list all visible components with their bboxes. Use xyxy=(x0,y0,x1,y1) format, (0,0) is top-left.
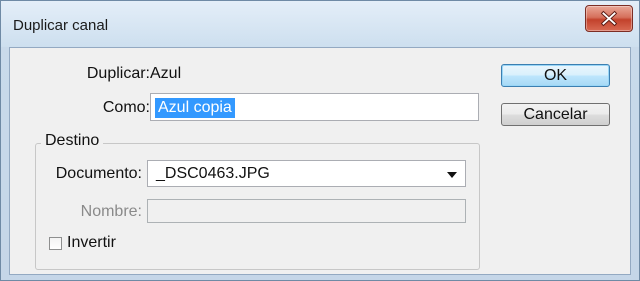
invert-checkbox[interactable] xyxy=(49,237,62,250)
invert-label[interactable]: Invertir xyxy=(67,234,116,252)
duplicate-value: Azul xyxy=(150,65,182,82)
as-input-value: Azul copia xyxy=(155,98,235,118)
duplicate-label: Duplicar: xyxy=(86,65,150,82)
cancel-button[interactable]: Cancelar xyxy=(501,103,610,126)
window-title: Duplicar canal xyxy=(13,17,109,34)
close-icon xyxy=(600,10,618,27)
chevron-down-icon xyxy=(447,172,457,178)
dialog-window: Duplicar canal Duplicar: Azul Como: Azul… xyxy=(0,0,640,281)
name-field[interactable] xyxy=(147,199,466,223)
document-select-value: _DSC0463.JPG xyxy=(156,165,270,182)
dialog-body: Duplicar: Azul Como: Azul copia OK Cance… xyxy=(9,47,631,275)
title-bar[interactable]: Duplicar canal xyxy=(1,1,639,47)
as-input[interactable]: Azul copia xyxy=(150,93,479,121)
close-button[interactable] xyxy=(585,5,633,32)
document-select[interactable]: _DSC0463.JPG xyxy=(147,160,466,187)
as-label: Como: xyxy=(102,99,150,116)
document-label: Documento: xyxy=(55,165,142,182)
name-label: Nombre: xyxy=(80,203,142,220)
destination-legend: Destino xyxy=(41,132,104,150)
ok-button[interactable]: OK xyxy=(501,64,610,87)
